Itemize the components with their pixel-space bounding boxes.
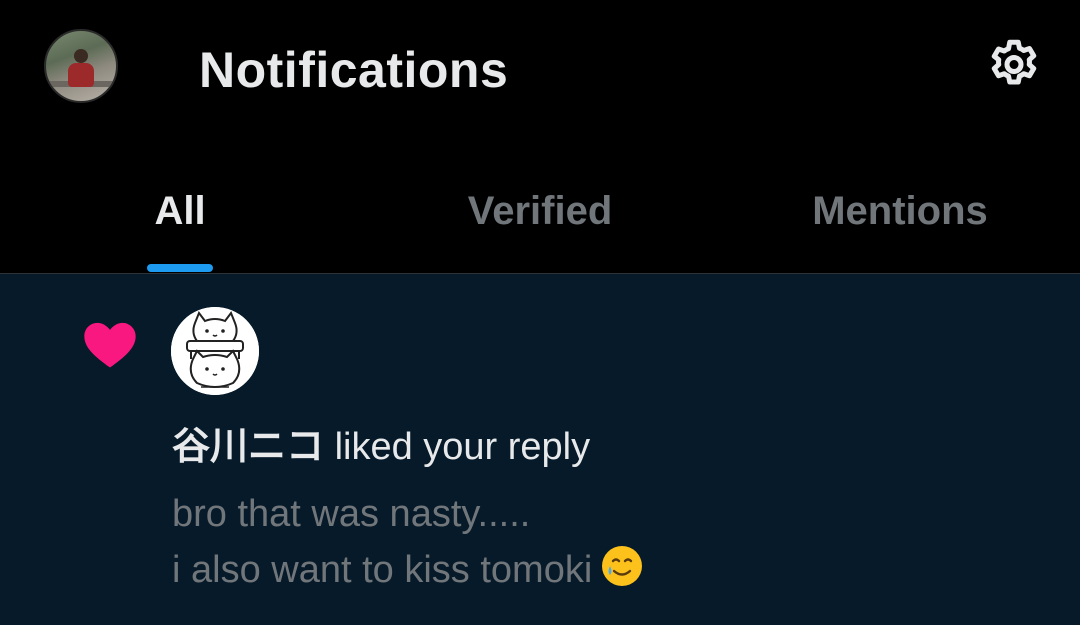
notification-text: 谷川ニコ liked your reply [172, 422, 590, 471]
notification-item[interactable]: 谷川ニコ liked your reply bro that was nasty… [0, 274, 1080, 625]
top-app-bar: Notifications [0, 0, 1080, 140]
tab-all[interactable]: All [0, 168, 360, 274]
cartoon-cat-avatar-icon [171, 307, 259, 395]
snippet-line-1: bro that was nasty..... [172, 493, 531, 535]
notifications-screen: Notifications All Verified Mentions 谷川ニコ… [0, 0, 1080, 625]
tab-label: Verified [467, 189, 613, 233]
notification-tabs: All Verified Mentions [0, 168, 1080, 274]
reply-snippet: bro that was nasty..... i also want to k… [172, 486, 644, 598]
page-title: Notifications [199, 42, 509, 98]
gear-icon [991, 39, 1037, 85]
smiling-face-with-tear-emoji-icon [602, 546, 643, 586]
actor-avatar[interactable] [171, 307, 259, 395]
actor-name[interactable]: 谷川ニコ [172, 424, 324, 468]
tab-label: Mentions [812, 189, 988, 233]
tab-verified[interactable]: Verified [360, 168, 720, 274]
settings-button[interactable] [984, 36, 1044, 96]
tab-mentions[interactable]: Mentions [720, 168, 1080, 274]
notification-action: liked your reply [324, 426, 591, 468]
active-tab-indicator [147, 264, 213, 272]
avatar-photo-figure-head [74, 49, 88, 63]
user-avatar[interactable] [44, 29, 118, 103]
snippet-line-2-text: i also want to kiss tomoki [172, 549, 593, 591]
avatar-photo-figure-body [68, 63, 94, 87]
heart-icon [84, 322, 136, 368]
tab-label: All [154, 189, 206, 233]
snippet-line-2: i also want to kiss tomoki [172, 542, 644, 598]
